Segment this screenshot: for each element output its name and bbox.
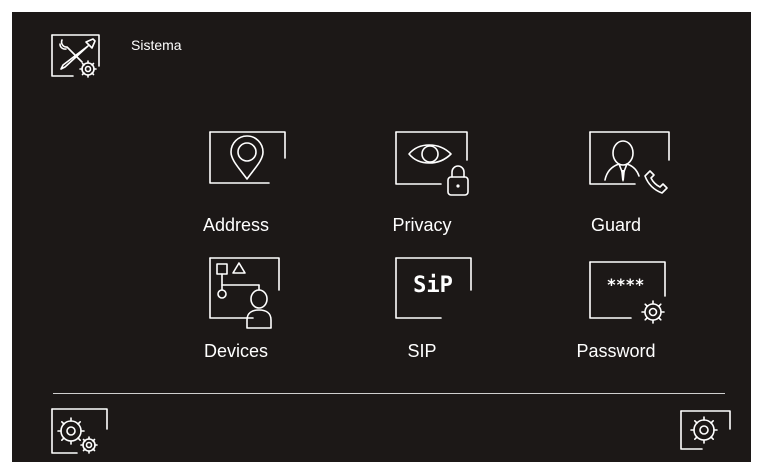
guard-phone-icon xyxy=(589,131,670,194)
settings-button[interactable] xyxy=(680,409,732,451)
footer-divider xyxy=(53,393,725,394)
menu-item-label: SIP xyxy=(407,341,437,361)
gear-icon xyxy=(680,410,731,450)
menu-item-label: Privacy xyxy=(392,215,452,235)
eye-lock-icon xyxy=(395,131,469,196)
sip-icon: SiP xyxy=(395,257,472,319)
double-gear-icon xyxy=(51,408,108,454)
password-gear-icon: **** xyxy=(589,261,666,324)
menu-item-guard[interactable]: Guard xyxy=(556,130,676,250)
menu-item-password[interactable]: **** Password xyxy=(556,256,676,376)
menu-item-label: Password xyxy=(576,341,656,361)
page-title: Sistema xyxy=(131,37,182,53)
menu-item-label: Devices xyxy=(203,341,269,361)
device-tree-icon xyxy=(209,257,280,329)
location-pin-icon xyxy=(209,131,286,184)
menu-item-devices[interactable]: Devices xyxy=(176,256,296,376)
settings-header-button[interactable] xyxy=(51,32,103,78)
menu-item-label: Address xyxy=(202,215,270,235)
menu-item-label: Guard xyxy=(590,215,642,235)
password-mask-text: **** xyxy=(607,275,644,294)
sip-icon-text: SiP xyxy=(413,273,453,298)
screen: Sistema Address Privacy Guard Devices Si… xyxy=(0,0,761,467)
tools-settings-icon xyxy=(51,34,100,78)
menu-item-address[interactable]: Address xyxy=(176,130,296,250)
menu-item-sip[interactable]: SiP SIP xyxy=(362,256,482,376)
advanced-settings-button[interactable] xyxy=(51,407,108,455)
menu-item-privacy[interactable]: Privacy xyxy=(362,130,482,250)
